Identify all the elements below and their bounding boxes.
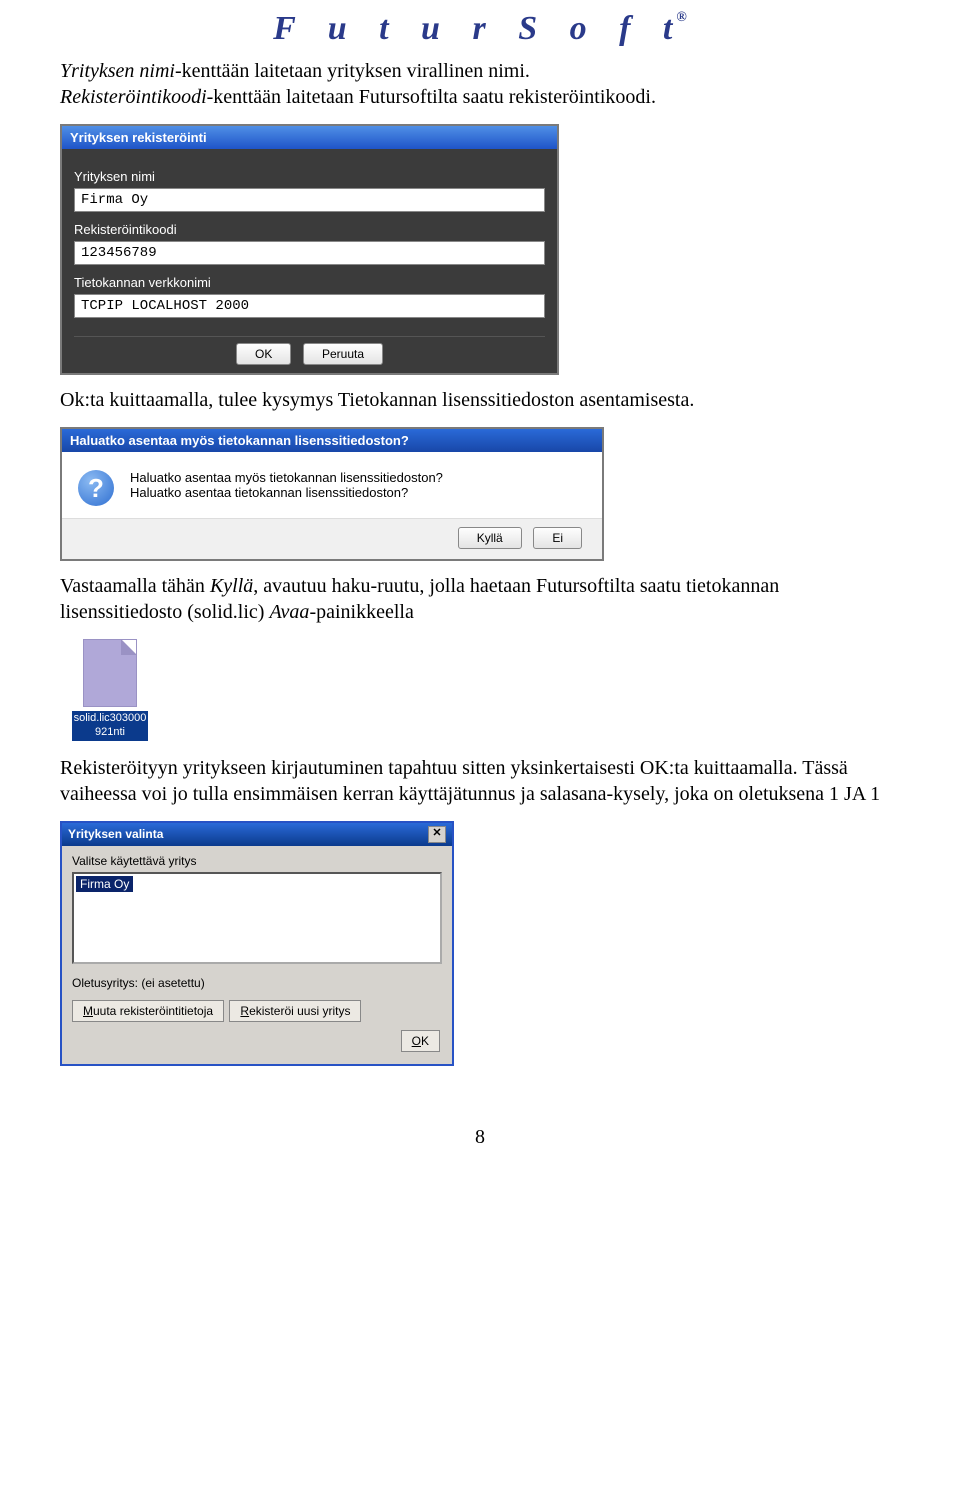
default-company-label: Oletusyritys: (ei asetettu) [72,976,442,990]
license-question-text: Haluatko asentaa myös tietokannan lisens… [130,470,443,500]
license-question-dialog: Haluatko asentaa myös tietokannan lisens… [60,427,604,561]
license-file-icon[interactable]: solid.lic303000 921nti [60,639,160,741]
modify-registration-button[interactable]: Muuta rekisteröintitietoja [72,1000,224,1022]
db-net-input[interactable] [74,294,545,318]
brand-text: F u t u r S o f t [273,10,684,47]
paragraph-1: Yrityksen nimi-kenttään laitetaan yrityk… [60,58,900,110]
company-select-title: Yrityksen valinta [68,827,163,841]
registration-dialog-title: Yrityksen rekisteröinti [62,126,557,149]
paragraph-4: Rekisteröityyn yritykseen kirjautuminen … [60,755,900,807]
company-listbox[interactable]: Firma Oy [72,872,442,964]
company-select-dialog: Yrityksen valinta ✕ Valitse käytettävä y… [60,821,454,1066]
license-question-title: Haluatko asentaa myös tietokannan lisens… [62,429,602,452]
db-net-label: Tietokannan verkkonimi [74,275,545,290]
brand-logo: F u t u r S o f t® [60,10,900,48]
company-name-label: Yrityksen nimi [74,169,545,184]
list-item[interactable]: Firma Oy [76,876,133,892]
ok-button[interactable]: OK [401,1030,440,1052]
company-select-label: Valitse käytettävä yritys [72,854,442,868]
file-icon [83,639,137,707]
company-name-input[interactable] [74,188,545,212]
page-number: 8 [60,1126,900,1149]
trademark: ® [676,10,686,25]
question-icon: ? [78,470,114,506]
file-label: solid.lic303000 921nti [72,711,149,741]
cancel-button[interactable]: Peruuta [303,343,383,365]
ok-button[interactable]: OK [236,343,291,365]
register-new-company-button[interactable]: Rekisteröi uusi yritys [229,1000,361,1022]
close-icon[interactable]: ✕ [428,826,446,843]
reg-code-input[interactable] [74,241,545,265]
no-button[interactable]: Ei [533,527,582,549]
reg-code-label: Rekisteröintikoodi [74,222,545,237]
yes-button[interactable]: Kyllä [458,527,522,549]
paragraph-2: Ok:ta kuittaamalla, tulee kysymys Tietok… [60,387,900,413]
registration-dialog: Yrityksen rekisteröinti Yrityksen nimi R… [60,124,559,375]
paragraph-3: Vastaamalla tähän Kyllä, avautuu haku-ru… [60,573,900,625]
